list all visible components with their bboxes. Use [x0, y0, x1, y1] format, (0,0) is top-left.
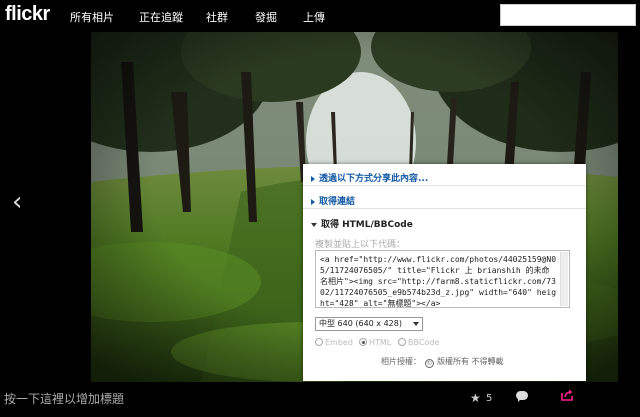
get-link-label: 取得連結 — [319, 197, 356, 207]
nav-item-explore[interactable]: 發掘 — [255, 9, 277, 25]
comment-icon[interactable] — [516, 391, 528, 402]
bottom-bar: 按一下這裡以增加標題 ★ 5 — [0, 382, 640, 417]
license-label: 相片授權： — [381, 357, 421, 366]
search-input[interactable] — [500, 4, 636, 26]
nav-item-all-photos[interactable]: 所有相片 — [70, 9, 114, 25]
code-scrollbar[interactable] — [560, 252, 568, 306]
get-link-row[interactable]: 取得連結 — [303, 186, 586, 209]
get-html-header[interactable]: 取得 HTML/BBCode — [311, 217, 413, 230]
collapse-arrow-icon — [311, 222, 317, 227]
size-select[interactable]: 中型 640 (640 x 428) — [315, 317, 423, 331]
favorite-star-icon[interactable]: ★ — [470, 391, 481, 405]
format-label: HTML — [369, 338, 392, 347]
radio-icon — [315, 338, 323, 346]
get-html-label: 取得 HTML/BBCode — [321, 220, 413, 230]
format-radio-embed[interactable]: Embed — [315, 338, 353, 350]
expand-arrow-icon — [311, 175, 315, 182]
share-icon[interactable] — [560, 388, 574, 402]
format-label: Embed — [325, 338, 353, 347]
format-radio-html[interactable]: HTML — [359, 338, 391, 350]
embed-code-textarea[interactable]: <a href="http://www.flickr.com/photos/44… — [315, 250, 570, 308]
format-label: BBCode — [408, 338, 440, 347]
photo-license: 相片授權： © 版權所有 不得轉載 — [381, 356, 504, 368]
top-nav: flickr 所有相片 正在追蹤 社群 發掘 上傳 — [0, 0, 640, 32]
format-radio-bbcode[interactable]: BBCode — [398, 338, 439, 350]
share-via-label: 透過以下方式分享此內容... — [319, 174, 429, 184]
radio-icon — [398, 338, 406, 346]
flickr-logo[interactable]: flickr — [5, 3, 50, 26]
share-panel: 透過以下方式分享此內容... 取得連結 取得 HTML/BBCode 複製並貼上… — [303, 164, 586, 381]
size-select-value: 中型 640 (640 x 428) — [319, 319, 402, 328]
radio-selected-icon — [359, 338, 367, 346]
previous-photo-arrow-icon[interactable]: ‹ — [12, 187, 36, 217]
license-value[interactable]: 版權所有 不得轉載 — [437, 357, 504, 366]
nav-item-following[interactable]: 正在追蹤 — [139, 9, 183, 25]
chevron-down-icon — [413, 322, 419, 326]
share-via-row[interactable]: 透過以下方式分享此內容... — [303, 164, 586, 186]
nav-item-groups[interactable]: 社群 — [206, 9, 228, 25]
embed-code-text: <a href="http://www.flickr.com/photos/44… — [320, 255, 557, 308]
expand-arrow-icon — [311, 198, 315, 205]
add-title-prompt[interactable]: 按一下這裡以增加標題 — [4, 390, 124, 407]
copyright-icon: © — [425, 359, 434, 368]
favorite-count: 5 — [486, 393, 493, 404]
nav-item-upload[interactable]: 上傳 — [303, 9, 325, 25]
copy-hint: 複製並貼上以下代碼： — [315, 240, 406, 250]
